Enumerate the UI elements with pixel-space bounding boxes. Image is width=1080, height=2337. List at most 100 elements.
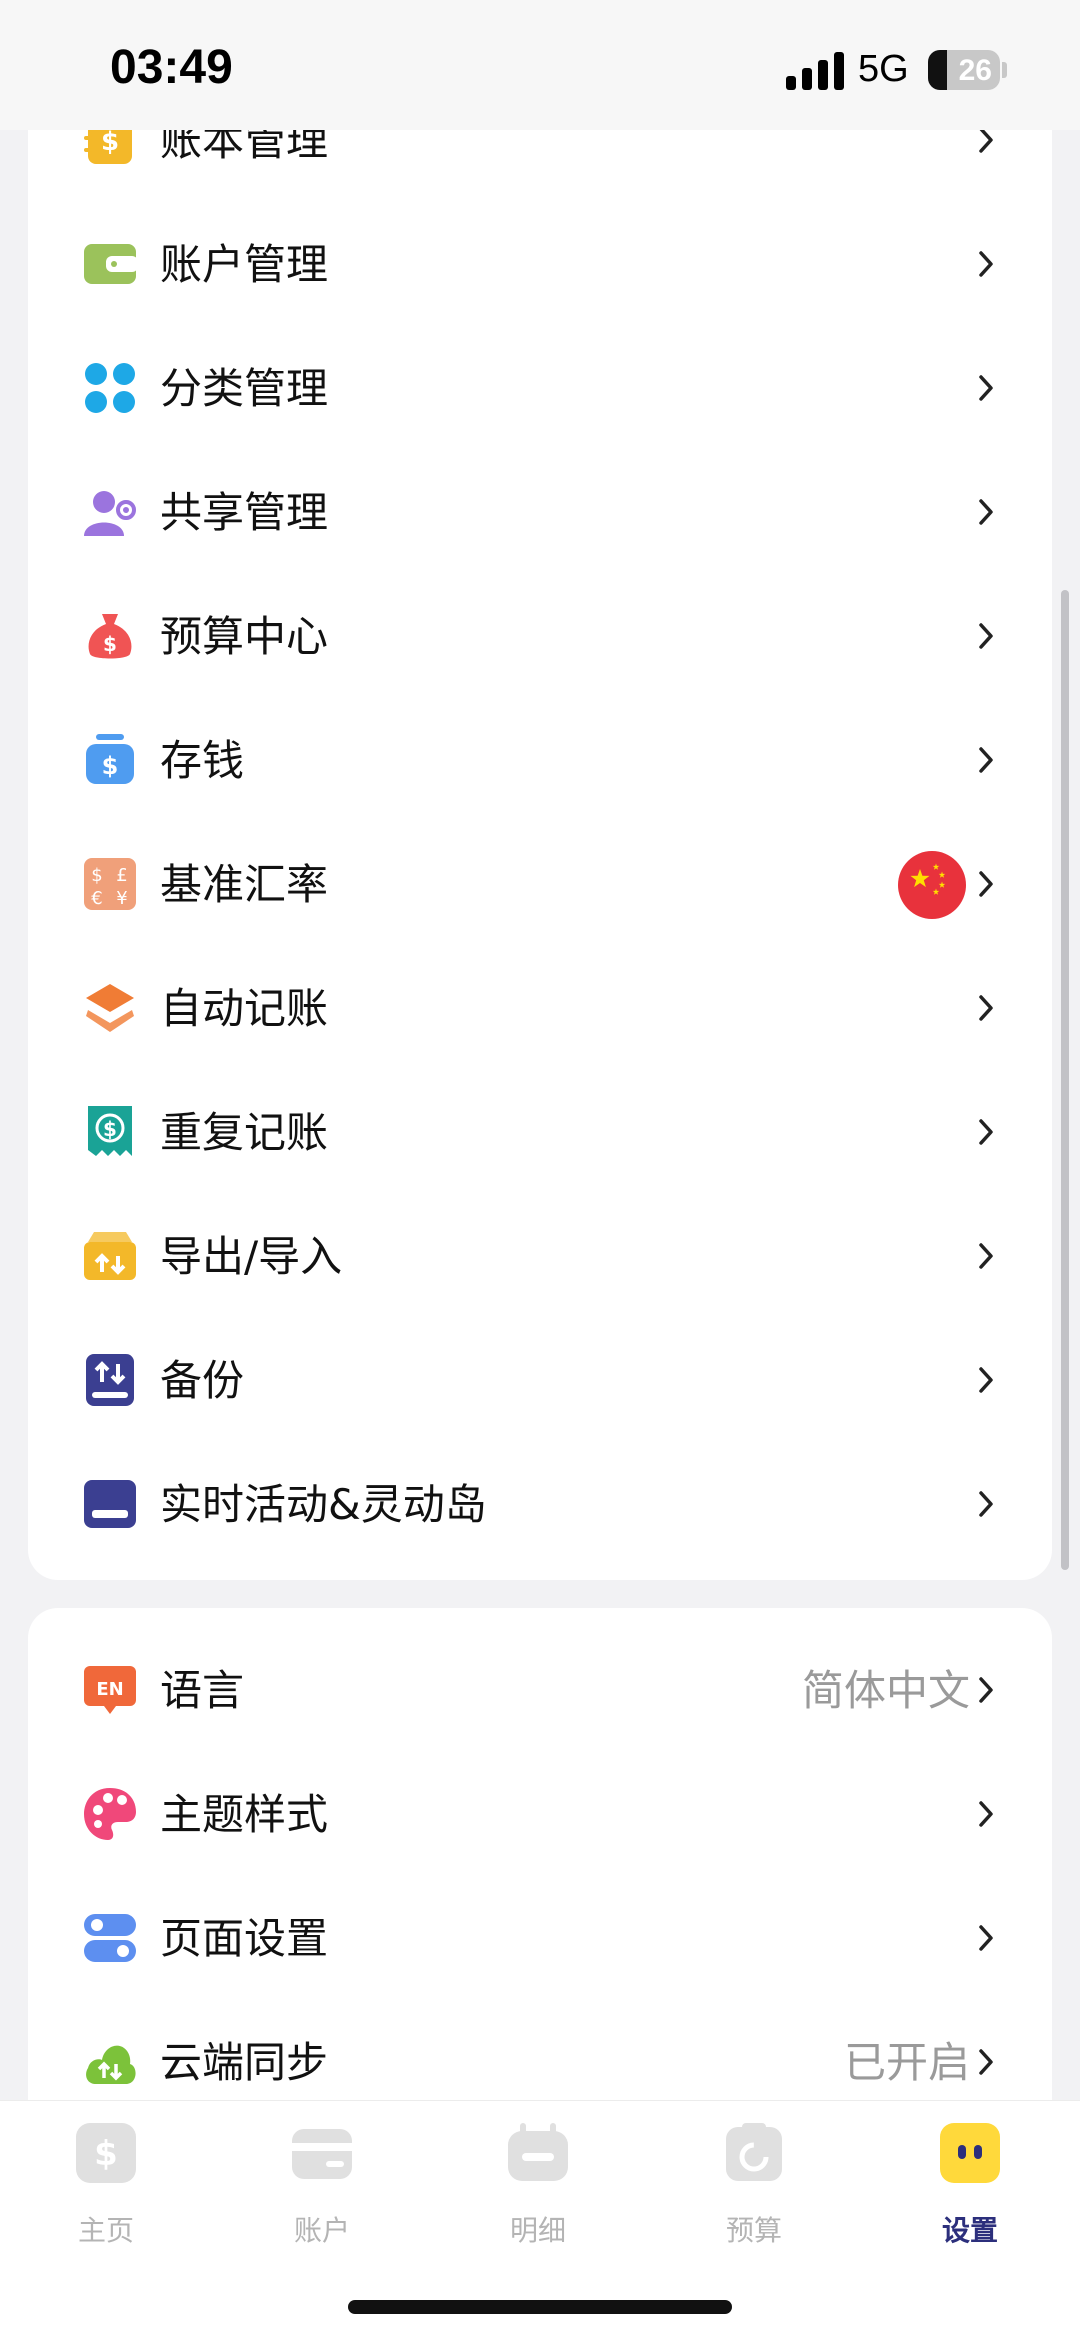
tab-label: 账户 bbox=[293, 2214, 350, 2247]
settings-row-value: 简体中文 bbox=[801, 1666, 970, 1715]
chevron-right-icon bbox=[979, 1677, 993, 1703]
wallet-icon bbox=[82, 236, 138, 292]
currency-exchange-icon: $ £ € ¥ bbox=[82, 856, 138, 912]
settings-row-currency-exchange[interactable]: $ £ € ¥ 基准汇率 bbox=[28, 822, 1052, 946]
settings-scroll-area[interactable]: $ 账本管理 账户管理 分类管理 共享管理 $ 预算中心 $ 存钱 $ £ € ¥ 基准汇率 自动记账 $ 重复… bbox=[0, 0, 1080, 2100]
tab-details-calendar[interactable]: 明细 bbox=[468, 2121, 608, 2261]
tab-label: 预算 bbox=[725, 2214, 782, 2247]
settings-row-label: 基准汇率 bbox=[160, 860, 329, 909]
settings-row-live-activity[interactable]: 实时活动&灵动岛 bbox=[28, 1442, 1052, 1566]
chevron-right-icon bbox=[979, 1119, 993, 1145]
settings-row-label: 备份 bbox=[160, 1356, 245, 1405]
settings-row-money-bag[interactable]: $ 预算中心 bbox=[28, 574, 1052, 698]
tab-label: 明细 bbox=[509, 2214, 566, 2247]
chevron-right-icon bbox=[979, 499, 993, 525]
settings-row-label: 导出/导入 bbox=[160, 1232, 343, 1281]
network-type: 5G bbox=[858, 48, 909, 90]
svg-text:$: $ bbox=[103, 1117, 117, 1141]
tab-account-card[interactable]: 账户 bbox=[252, 2121, 392, 2261]
settings-row-palette[interactable]: 主题样式 bbox=[28, 1752, 1052, 1876]
savings-jar-icon: $ bbox=[82, 732, 138, 788]
svg-text:$: $ bbox=[101, 127, 119, 157]
settings-row-toggle-settings[interactable]: 页面设置 bbox=[28, 1876, 1052, 2000]
home-indicator[interactable] bbox=[348, 2300, 732, 2314]
settings-row-recurring-receipt[interactable]: $ 重复记账 bbox=[28, 1070, 1052, 1194]
tab-budget-clipboard[interactable]: 预算 bbox=[684, 2121, 824, 2261]
home-dollar-icon: $ bbox=[74, 2121, 138, 2185]
svg-text:$: $ bbox=[91, 865, 102, 886]
settings-row-label: 云端同步 bbox=[160, 2038, 329, 2087]
settings-row-label: 重复记账 bbox=[160, 1108, 329, 1157]
tab-home-dollar[interactable]: $ 主页 bbox=[36, 2121, 176, 2261]
settings-row-import-export-box[interactable]: 导出/导入 bbox=[28, 1194, 1052, 1318]
money-bag-icon: $ bbox=[82, 608, 138, 664]
chevron-right-icon bbox=[979, 375, 993, 401]
settings-row-label: 账户管理 bbox=[160, 240, 329, 289]
battery-level: 26 bbox=[958, 54, 992, 87]
svg-text:$: $ bbox=[103, 632, 117, 656]
chevron-right-icon bbox=[979, 1801, 993, 1827]
settings-row-language-en[interactable]: EN 语言 简体中文 bbox=[28, 1628, 1052, 1752]
toggle-settings-icon bbox=[82, 1910, 138, 1966]
battery-tip bbox=[1002, 62, 1007, 78]
settings-row-label: 主题样式 bbox=[160, 1790, 329, 1839]
signal-strength-icon bbox=[786, 52, 846, 90]
chevron-right-icon bbox=[979, 1243, 993, 1269]
settings-row-cloud-sync[interactable]: 云端同步 已开启 bbox=[28, 2000, 1052, 2100]
settings-row-label: 实时活动&灵动岛 bbox=[160, 1480, 487, 1529]
status-time: 03:49 bbox=[110, 41, 233, 94]
tab-settings-face[interactable]: 设置 bbox=[900, 2121, 1040, 2261]
settings-card-features: $ 账本管理 账户管理 分类管理 共享管理 $ 预算中心 $ 存钱 $ £ € ¥ 基准汇率 自动记账 $ 重复… bbox=[28, 20, 1052, 1580]
settings-row-label: 分类管理 bbox=[160, 364, 329, 413]
shared-users-icon bbox=[82, 484, 138, 540]
settings-row-layers[interactable]: 自动记账 bbox=[28, 946, 1052, 1070]
import-export-box-icon bbox=[82, 1228, 138, 1284]
svg-text:£: £ bbox=[116, 865, 127, 886]
chevron-right-icon bbox=[979, 871, 993, 897]
settings-row-savings-jar[interactable]: $ 存钱 bbox=[28, 698, 1052, 822]
chevron-right-icon bbox=[979, 995, 993, 1021]
chevron-right-icon bbox=[979, 1925, 993, 1951]
svg-text:$: $ bbox=[94, 2134, 118, 2174]
tab-label: 设置 bbox=[941, 2214, 998, 2247]
svg-text:¥: ¥ bbox=[116, 888, 127, 909]
chevron-right-icon bbox=[979, 251, 993, 277]
settings-row-backup-drive[interactable]: 备份 bbox=[28, 1318, 1052, 1442]
chevron-right-icon bbox=[979, 2049, 993, 2075]
budget-clipboard-icon bbox=[722, 2121, 786, 2185]
settings-row-value: 已开启 bbox=[843, 2038, 970, 2087]
china-flag-icon bbox=[898, 851, 966, 919]
settings-row-wallet[interactable]: 账户管理 bbox=[28, 202, 1052, 326]
recurring-receipt-icon: $ bbox=[82, 1104, 138, 1160]
settings-row-label: 共享管理 bbox=[160, 488, 329, 537]
language-en-icon: EN bbox=[82, 1662, 138, 1718]
chevron-right-icon bbox=[979, 623, 993, 649]
battery-icon: 26 bbox=[928, 50, 1000, 90]
settings-row-label: 自动记账 bbox=[160, 984, 329, 1033]
settings-row-label: 页面设置 bbox=[160, 1914, 329, 1963]
svg-text:$: $ bbox=[102, 752, 119, 780]
chevron-right-icon bbox=[979, 747, 993, 773]
category-grid-icon bbox=[82, 360, 138, 416]
details-calendar-icon bbox=[506, 2121, 570, 2185]
svg-text:€: € bbox=[91, 888, 102, 909]
settings-row-category-grid[interactable]: 分类管理 bbox=[28, 326, 1052, 450]
status-bar: 03:49 5G 26 bbox=[0, 0, 1080, 130]
layers-icon bbox=[82, 980, 138, 1036]
settings-card-preferences: EN 语言 简体中文主题样式页面设置云端同步 已开启 bbox=[28, 1608, 1052, 2100]
live-activity-icon bbox=[82, 1476, 138, 1532]
settings-face-icon bbox=[938, 2121, 1002, 2185]
backup-drive-icon bbox=[82, 1352, 138, 1408]
settings-row-label: 语言 bbox=[160, 1666, 245, 1715]
palette-icon bbox=[82, 1786, 138, 1842]
tab-label: 主页 bbox=[77, 2214, 134, 2247]
settings-row-shared-users[interactable]: 共享管理 bbox=[28, 450, 1052, 574]
chevron-right-icon bbox=[979, 127, 993, 153]
settings-row-label: 存钱 bbox=[160, 736, 245, 785]
chevron-right-icon bbox=[979, 1491, 993, 1517]
scrollbar[interactable] bbox=[1061, 590, 1069, 1570]
chevron-right-icon bbox=[979, 1367, 993, 1393]
settings-row-label: 预算中心 bbox=[160, 612, 329, 661]
svg-text:EN: EN bbox=[96, 1679, 123, 1700]
cloud-sync-icon bbox=[82, 2034, 138, 2090]
